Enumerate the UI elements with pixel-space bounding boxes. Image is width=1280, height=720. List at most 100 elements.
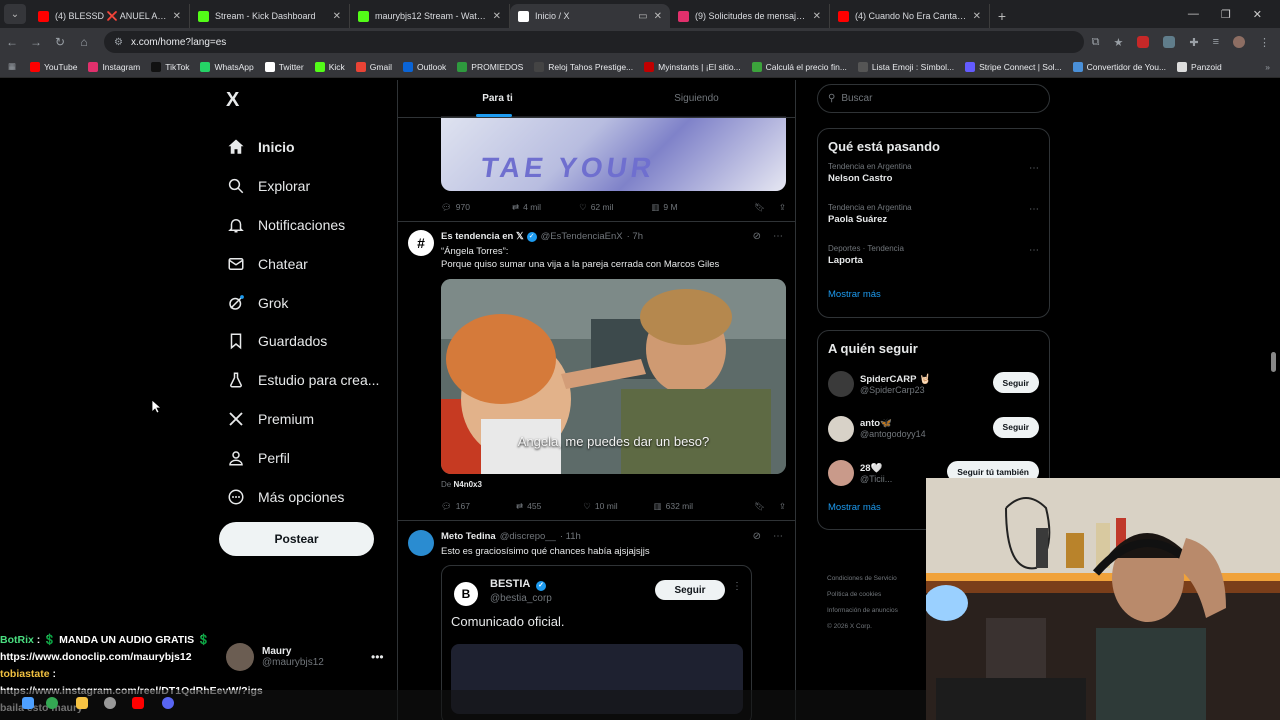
bookmark-item[interactable]: Gmail bbox=[355, 61, 392, 72]
post-button[interactable]: Postear bbox=[219, 522, 374, 556]
tab-close-icon[interactable]: ✕ bbox=[493, 11, 501, 22]
browser-tab[interactable]: Inicio / X ▭ ✕ bbox=[510, 4, 670, 28]
tab-close-icon[interactable]: ✕ bbox=[813, 11, 821, 22]
trend-item[interactable]: Tendencia en Argentina Nelson Castro ⋯ bbox=[818, 160, 1049, 201]
browser-tab[interactable]: (4) Cuando No Era Cantante (R ✕ bbox=[830, 4, 990, 28]
obs-icon[interactable] bbox=[104, 697, 116, 709]
profile-avatar[interactable] bbox=[1233, 36, 1245, 48]
media-controls-icon[interactable]: ≡ bbox=[1213, 36, 1219, 48]
tab-close-icon[interactable]: ✕ bbox=[973, 11, 981, 22]
follow-button[interactable]: Seguir bbox=[655, 580, 725, 600]
bookmark-item[interactable]: YouTube bbox=[30, 61, 77, 72]
sidebar-item-inicio[interactable]: Inicio bbox=[226, 128, 379, 167]
taskbar-app-icon[interactable] bbox=[22, 697, 34, 709]
more-icon[interactable]: ⋯ bbox=[1029, 163, 1039, 174]
bookmark-item[interactable]: WhatsApp bbox=[200, 61, 254, 72]
tab-close-icon[interactable]: ✕ bbox=[333, 11, 341, 22]
post-video[interactable]: Angela, me puedes dar un beso? bbox=[441, 279, 786, 474]
apps-grid-icon[interactable]: ▦ bbox=[8, 61, 16, 72]
author-handle[interactable]: @EsTendenciaEnX bbox=[541, 231, 623, 242]
views-button[interactable]: ▥ 632 mil bbox=[654, 501, 693, 512]
address-bar[interactable]: ⚙ x.com/home?lang=es bbox=[104, 31, 1084, 53]
bookmarks-overflow-icon[interactable]: » bbox=[1265, 62, 1270, 72]
bookmark-star-icon[interactable]: ★ bbox=[1113, 36, 1123, 49]
maximize-button[interactable]: ❐ bbox=[1221, 8, 1231, 21]
repost-button[interactable]: ⇄ 4 mil bbox=[512, 202, 541, 213]
footer-link[interactable]: Condiciones de Servicio bbox=[827, 571, 927, 587]
footer-link[interactable]: Información de anuncios bbox=[827, 603, 927, 619]
back-icon[interactable]: ← bbox=[0, 35, 24, 49]
page-scrollbar[interactable] bbox=[1271, 352, 1276, 372]
browser-tab[interactable]: Stream - Kick Dashboard ✕ bbox=[190, 4, 350, 28]
forward-icon[interactable]: → bbox=[24, 35, 48, 49]
trend-item[interactable]: Deportes · Tendencia Laporta ⋯ bbox=[818, 242, 1049, 283]
tab-search-button[interactable]: ⌄ bbox=[4, 4, 26, 24]
avatar[interactable]: # bbox=[408, 230, 434, 256]
tab-for-you[interactable]: Para ti bbox=[398, 80, 597, 117]
tab-following[interactable]: Siguiendo bbox=[597, 80, 795, 117]
browser-menu-icon[interactable]: ⋮ bbox=[1259, 36, 1270, 49]
new-tab-button[interactable]: + bbox=[990, 4, 1014, 28]
avatar[interactable] bbox=[408, 530, 434, 556]
account-more-icon[interactable]: ••• bbox=[371, 650, 384, 664]
extension-icon[interactable] bbox=[1163, 36, 1176, 48]
follow-suggestion[interactable]: anto🦋 @antogodoyy14 Seguir bbox=[818, 407, 1049, 452]
bookmark-item[interactable]: Panzoid bbox=[1177, 61, 1222, 72]
bookmark-item[interactable]: PROMIEDOS bbox=[457, 61, 523, 72]
like-button[interactable]: ♡ 10 mil bbox=[583, 501, 617, 512]
bookmark-icon[interactable]: 🔖︎ bbox=[754, 501, 765, 512]
like-button[interactable]: ♡ 62 mil bbox=[579, 202, 613, 213]
home-button-icon[interactable]: ⌂ bbox=[72, 35, 96, 49]
grok-icon[interactable]: ⊘ bbox=[753, 231, 761, 242]
post-media-image[interactable]: TAE YOUR bbox=[441, 116, 786, 191]
tab-mute-icon[interactable]: ▭ bbox=[638, 11, 647, 22]
post-time[interactable]: · 7h bbox=[627, 231, 643, 242]
repost-button[interactable]: ⇄ 455 bbox=[516, 501, 541, 512]
bookmark-item[interactable]: TikTok bbox=[151, 61, 189, 72]
more-icon[interactable]: ⋯ bbox=[1029, 245, 1039, 256]
sidebar-item-explorar[interactable]: Explorar bbox=[226, 167, 379, 206]
search-input[interactable]: ⚲ Buscar bbox=[817, 84, 1050, 113]
sidebar-item-estudio-para-crea[interactable]: Estudio para crea... bbox=[226, 361, 379, 400]
x-logo[interactable]: X bbox=[226, 89, 239, 112]
folder-icon[interactable] bbox=[76, 697, 88, 709]
share-icon[interactable]: ⇪ bbox=[779, 501, 786, 512]
sidebar-item-más-opciones[interactable]: Más opciones bbox=[226, 477, 379, 516]
reply-button[interactable]: 💬︎ 970 bbox=[441, 202, 470, 213]
sidebar-item-chatear[interactable]: Chatear bbox=[226, 244, 379, 283]
bookmark-item[interactable]: Convertidor de You... bbox=[1072, 61, 1166, 72]
follow-button[interactable]: Seguir bbox=[992, 416, 1039, 438]
share-icon[interactable]: ⇪ bbox=[779, 202, 786, 213]
sidebar-item-grok[interactable]: Grok bbox=[226, 283, 379, 322]
more-icon[interactable]: ⋯ bbox=[1029, 204, 1039, 215]
youtube-icon[interactable] bbox=[132, 697, 144, 709]
sidebar-item-guardados[interactable]: Guardados bbox=[226, 322, 379, 361]
follow-suggestion[interactable]: SpiderCARP 🤘🏻 @SpiderCarp23 Seguir bbox=[818, 362, 1049, 407]
reload-icon[interactable]: ↻ bbox=[48, 35, 72, 49]
sidebar-item-notificaciones[interactable]: Notificaciones bbox=[226, 206, 379, 245]
sidebar-item-premium[interactable]: Premium bbox=[226, 400, 379, 439]
site-info-icon[interactable]: ⚙ bbox=[114, 37, 123, 48]
author-name[interactable]: Es tendencia en 𝕏 bbox=[441, 231, 524, 242]
browser-tab[interactable]: (4) BLESSD ❌ ANUEL AA | MIR ✕ bbox=[30, 4, 190, 28]
bookmark-icon[interactable]: 🔖︎ bbox=[754, 202, 765, 213]
chrome-icon[interactable] bbox=[46, 697, 58, 709]
browser-tab[interactable]: (9) Solicitudes de mensajes • M ✕ bbox=[670, 4, 830, 28]
views-button[interactable]: ▥ 9 M bbox=[651, 202, 677, 213]
minimize-button[interactable]: — bbox=[1188, 8, 1199, 20]
browser-tab[interactable]: maurybjs12 Stream - Watch Liv ✕ bbox=[350, 4, 510, 28]
reply-button[interactable]: 💬︎ 167 bbox=[441, 501, 470, 512]
footer-link[interactable]: © 2026 X Corp. bbox=[827, 619, 927, 635]
bookmark-item[interactable]: Lista Emoji : Símbol... bbox=[857, 61, 954, 72]
follow-button[interactable]: Seguir bbox=[992, 372, 1039, 393]
author-handle[interactable]: @discrepo__ bbox=[500, 531, 556, 542]
install-app-icon[interactable]: ⧉ bbox=[1092, 36, 1100, 49]
extensions-puzzle-icon[interactable]: ✚ bbox=[1189, 36, 1198, 49]
close-window-button[interactable]: ✕ bbox=[1253, 8, 1262, 21]
footer-link[interactable]: Política de cookies bbox=[827, 587, 927, 603]
extension-icon[interactable] bbox=[1137, 36, 1150, 48]
grok-icon[interactable]: ⊘ bbox=[753, 531, 761, 542]
bookmark-item[interactable]: Twitter bbox=[264, 61, 304, 72]
author-name[interactable]: Meto Tedina bbox=[441, 531, 496, 542]
bookmark-item[interactable]: Myinstants | ¡El sitio... bbox=[644, 61, 741, 72]
